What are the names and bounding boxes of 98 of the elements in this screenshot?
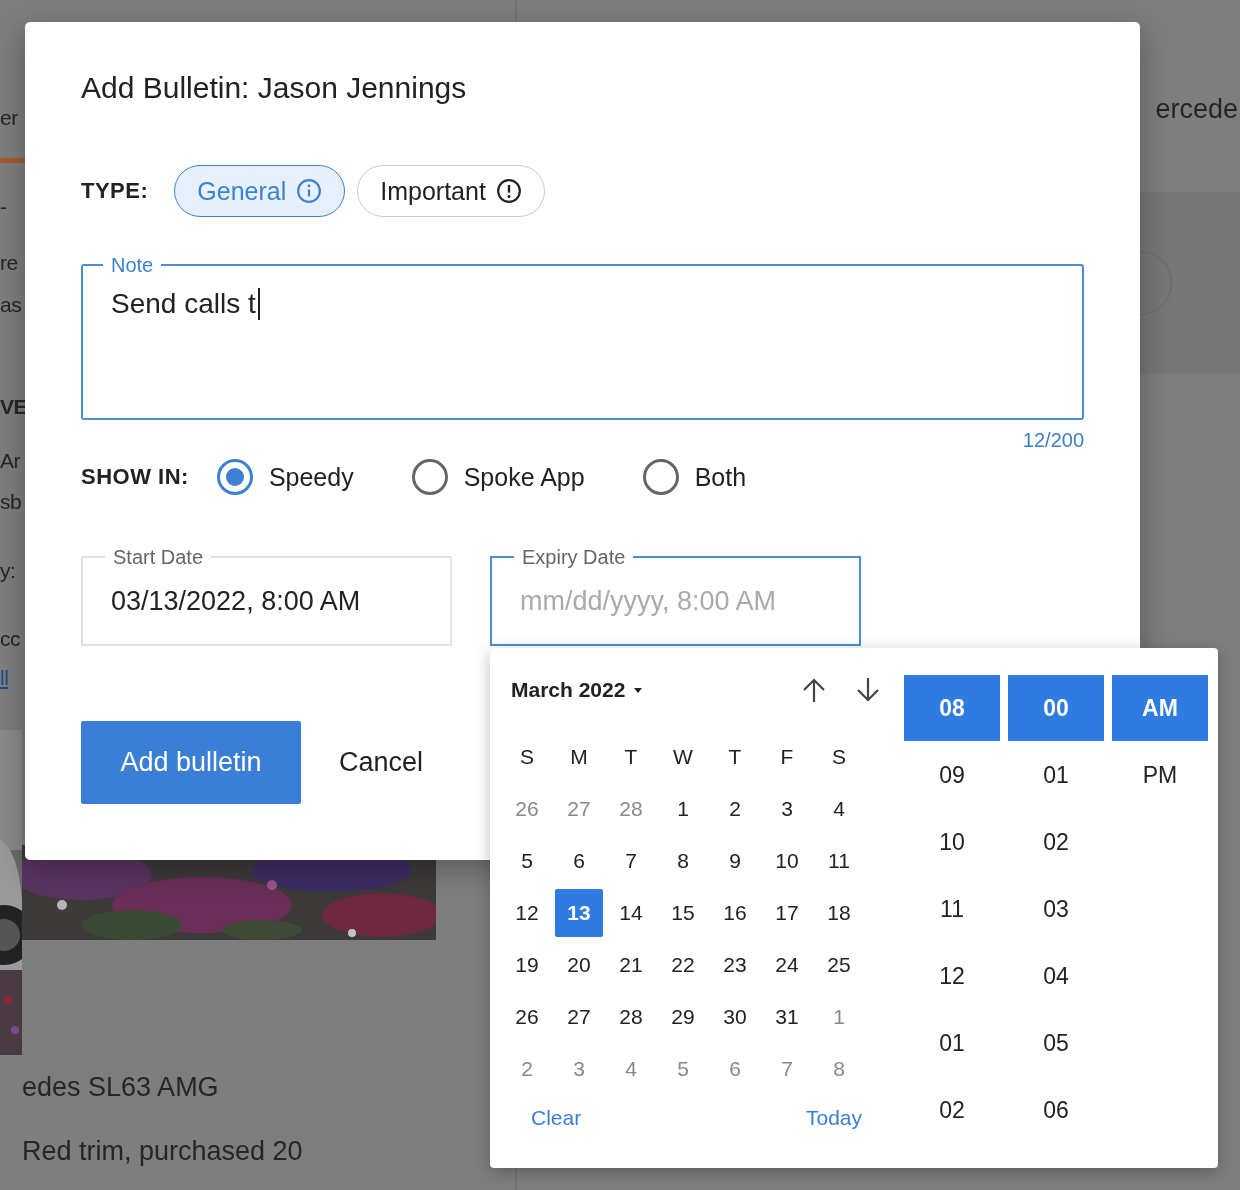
calendar-day[interactable]: 8 [659,837,707,885]
text: VE [0,394,24,420]
card-text: Red trim, purchased 20 [22,1135,304,1168]
weekday-label: S [831,744,847,770]
calendar-day[interactable]: 4 [607,1045,655,1093]
hour-option[interactable]: 10 [904,809,1000,875]
tab-indicator [0,158,26,163]
calendar-day[interactable]: 31 [763,993,811,1041]
calendar-day[interactable]: 29 [659,993,707,1041]
minute-option[interactable]: 06 [1008,1077,1104,1143]
minute-option[interactable]: 02 [1008,809,1104,875]
text: re [0,250,19,276]
calendar-day[interactable]: 19 [503,941,551,989]
calendar-day[interactable]: 2 [503,1045,551,1093]
minute-option[interactable]: 01 [1008,742,1104,808]
calendar-day[interactable]: 26 [503,993,551,1041]
weekday-label: M [569,744,589,770]
calendar-day[interactable]: 7 [763,1045,811,1093]
radio-option[interactable]: Spoke App [411,459,585,495]
radio-option[interactable]: Speedy [216,459,354,495]
calendar-day[interactable]: 10 [763,837,811,885]
calendar-day[interactable]: 30 [711,993,759,1041]
add-button[interactable]: Add bulletin [81,721,301,804]
period-option[interactable]: AM [1112,675,1208,741]
radio-icon[interactable] [411,459,448,495]
caret-icon [633,686,644,694]
type-chip[interactable]: Important [357,165,545,217]
calendar-day[interactable]: 1 [815,993,863,1041]
radio-icon[interactable] [216,459,253,495]
calendar-day[interactable]: 18 [815,889,863,937]
text: Ar [0,448,21,474]
calendar-day[interactable]: 12 [503,889,551,937]
calendar-day[interactable]: 28 [607,993,655,1041]
month-selector[interactable]: March 2022 [501,678,644,702]
minute-option[interactable]: 05 [1008,1010,1104,1076]
calendar-day[interactable]: 25 [815,941,863,989]
period-option[interactable]: PM [1112,742,1208,808]
calendar-day[interactable]: 5 [659,1045,707,1093]
card-title: ercede [1155,93,1239,126]
calendar-day[interactable]: 11 [815,837,863,885]
hour-option[interactable]: 01 [904,1010,1000,1076]
clear-link[interactable]: Clear [531,1106,582,1130]
calendar-day[interactable]: 9 [711,837,759,885]
text: sb [0,489,23,515]
minute-option[interactable]: 00 [1008,675,1104,741]
today-link[interactable]: Today [805,1106,862,1130]
alert-icon [495,178,522,204]
card-title: edes SL63 AMG [22,1071,220,1104]
text: y: [0,558,17,584]
calendar-day[interactable]: 4 [815,785,863,833]
weekday-label: S [519,744,535,770]
weekday-label: F [779,744,795,770]
calendar-day[interactable]: 13 [555,889,603,937]
hour-option[interactable]: 08 [904,675,1000,741]
calendar-day[interactable]: 3 [555,1045,603,1093]
calendar-day[interactable]: 27 [555,785,603,833]
calendar-day[interactable]: 7 [607,837,655,885]
calendar-day[interactable]: 1 [659,785,707,833]
weekday-label: W [672,744,694,770]
calendar-day[interactable]: 2 [711,785,759,833]
calendar-day[interactable]: 20 [555,941,603,989]
calendar-day[interactable]: 21 [607,941,655,989]
calendar-day[interactable]: 27 [555,993,603,1041]
calendar-day[interactable]: 28 [607,785,655,833]
character-counter: 12/200 [1022,428,1084,452]
weekday-label: T [623,744,639,770]
calendar-day[interactable]: 6 [555,837,603,885]
dialog-title: Add Bulletin: Jason Jennings [81,70,468,106]
down-arrow-icon[interactable] [854,676,882,704]
calendar-day[interactable]: 15 [659,889,707,937]
text: as [0,292,23,318]
tab-label[interactable]: er [0,104,24,132]
calendar-day[interactable]: 5 [503,837,551,885]
calendar-day[interactable]: 3 [763,785,811,833]
calendar-day[interactable]: 24 [763,941,811,989]
cancel-button[interactable]: Cancel [339,747,424,778]
calendar-day[interactable]: 14 [607,889,655,937]
calendar-day[interactable]: 16 [711,889,759,937]
calendar-day[interactable]: 22 [659,941,707,989]
calendar-day[interactable]: 6 [711,1045,759,1093]
radio-option[interactable]: Both [642,459,747,495]
hour-option[interactable]: 12 [904,943,1000,1009]
minute-option[interactable]: 03 [1008,876,1104,942]
calendar-day[interactable]: 23 [711,941,759,989]
type-label: TYPE: [81,178,149,204]
hour-option[interactable]: 09 [904,742,1000,808]
hour-option[interactable]: 02 [904,1077,1000,1143]
calendar-day[interactable]: 17 [763,889,811,937]
weekday-label: T [727,744,743,770]
calendar-day[interactable]: 26 [503,785,551,833]
minute-option[interactable]: 04 [1008,943,1104,1009]
text: cc [0,626,21,652]
info-icon [296,178,323,204]
hour-option[interactable]: 11 [904,876,1000,942]
calendar-day[interactable]: 8 [815,1045,863,1093]
text: - [0,194,8,220]
radio-icon[interactable] [642,459,679,495]
show-in-label: SHOW IN: [81,464,189,490]
